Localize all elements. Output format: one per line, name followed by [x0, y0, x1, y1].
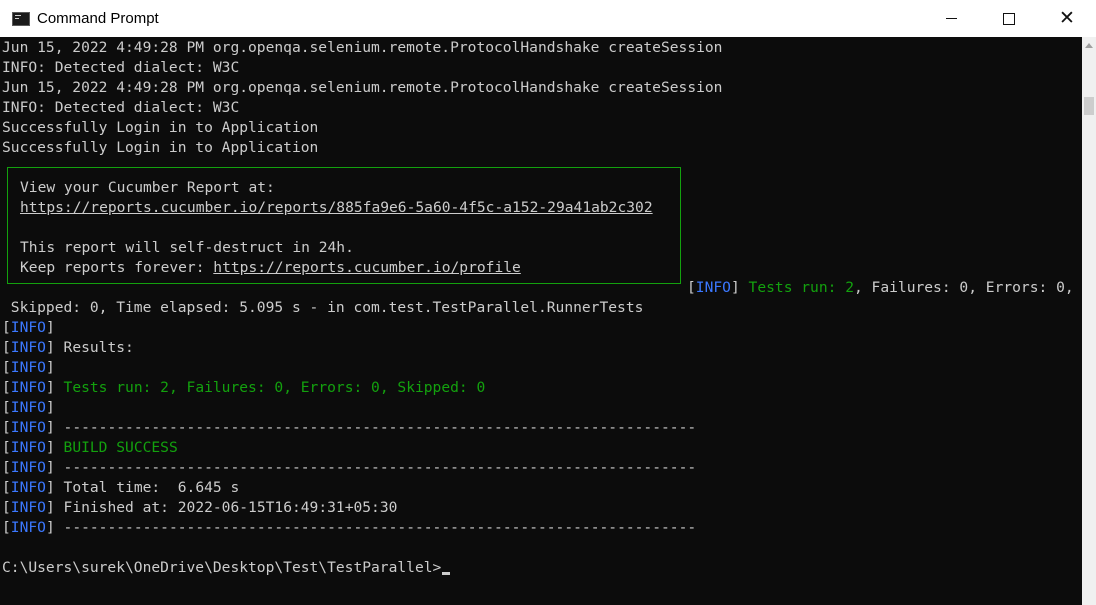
- info-tag: INFO: [10, 379, 46, 396]
- console-output[interactable]: Jun 15, 2022 4:49:28 PM org.openqa.selen…: [0, 37, 1082, 605]
- info-tag: INFO: [10, 359, 46, 376]
- command-prompt-window: Command Prompt ✕ Jun 15, 2022 4:49:28 PM…: [0, 0, 1096, 605]
- console-line: INFO: Detected dialect: W3C: [2, 99, 240, 116]
- vertical-scrollbar[interactable]: [1082, 37, 1096, 605]
- window-title: Command Prompt: [37, 10, 159, 27]
- report-self-destruct: This report will self-destruct in 24h.: [20, 239, 354, 256]
- skipped-line: Skipped: 0, Time elapsed: 5.095 s - in c…: [2, 299, 644, 316]
- separator: ----------------------------------------…: [54, 519, 697, 536]
- cucumber-report-box: View your Cucumber Report at: https://re…: [7, 167, 681, 284]
- command-prompt-icon[interactable]: [12, 11, 30, 26]
- info-tag: INFO: [10, 519, 46, 536]
- info-tag: INFO: [10, 319, 46, 336]
- info-line: [INFO] ---------------------------------…: [2, 419, 697, 436]
- info-tag: INFO: [10, 339, 46, 356]
- info-tag: INFO: [10, 459, 46, 476]
- info-tag: INFO: [10, 399, 46, 416]
- info-line: [INFO] Finished at: 2022-06-15T16:49:31+…: [2, 499, 398, 516]
- console-line: Successfully Login in to Application: [2, 139, 319, 156]
- scroll-up-arrow-icon[interactable]: [1085, 43, 1093, 48]
- close-icon: ✕: [1059, 7, 1075, 29]
- info-tag: INFO: [10, 419, 46, 436]
- report-keep-prefix: Keep reports forever:: [20, 259, 214, 276]
- report-url-link[interactable]: https://reports.cucumber.io/reports/885f…: [20, 199, 653, 216]
- info-line: [INFO] Tests run: 2, Failures: 0, Errors…: [2, 379, 486, 396]
- info-line: [INFO] BUILD SUCCESS: [2, 439, 178, 456]
- info-line: [INFO]: [2, 399, 55, 416]
- maximize-icon: [1003, 12, 1015, 25]
- info-tag: INFO: [10, 479, 46, 496]
- info-tag: INFO: [10, 499, 46, 516]
- info-line: [INFO] Total time: 6.645 s: [2, 479, 240, 496]
- report-view-text: View your Cucumber Report at:: [20, 179, 275, 196]
- tests-summary: Tests run: 2, Failures: 0, Errors: 0, Sk…: [54, 379, 486, 396]
- results-text: Results:: [54, 339, 134, 356]
- prompt-path: C:\Users\surek\OneDrive\Desktop\Test\Tes…: [2, 559, 442, 576]
- console-line: Jun 15, 2022 4:49:28 PM org.openqa.selen…: [2, 79, 723, 96]
- window-controls: ✕: [922, 0, 1096, 37]
- prompt-line[interactable]: C:\Users\surek\OneDrive\Desktop\Test\Tes…: [2, 558, 451, 578]
- info-line: [INFO] Results:: [2, 339, 134, 356]
- title-bar[interactable]: Command Prompt ✕: [0, 0, 1096, 37]
- build-success: BUILD SUCCESS: [54, 439, 178, 456]
- console-line: INFO: Detected dialect: W3C: [2, 59, 240, 76]
- info-tag: INFO: [695, 279, 731, 296]
- info-line: [INFO]: [2, 359, 55, 376]
- minimize-icon: [945, 18, 957, 19]
- total-time: Total time: 6.645 s: [54, 479, 240, 496]
- console-line: Jun 15, 2022 4:49:28 PM org.openqa.selen…: [2, 39, 723, 56]
- scroll-thumb[interactable]: [1084, 97, 1094, 115]
- finished-at: Finished at: 2022-06-15T16:49:31+05:30: [54, 499, 398, 516]
- separator: ----------------------------------------…: [54, 459, 697, 476]
- info-line: [INFO]: [2, 319, 55, 336]
- minimize-button[interactable]: [922, 0, 980, 37]
- maximize-button[interactable]: [980, 0, 1038, 37]
- profile-url-link[interactable]: https://reports.cucumber.io/profile: [213, 259, 521, 276]
- text-cursor: [442, 572, 451, 575]
- info-tag: INFO: [10, 439, 46, 456]
- tests-inline-line: [INFO] Tests run: 2, Failures: 0, Errors…: [687, 279, 1074, 296]
- close-button[interactable]: ✕: [1038, 0, 1096, 37]
- info-line: [INFO] ---------------------------------…: [2, 519, 697, 536]
- info-line: [INFO] ---------------------------------…: [2, 459, 697, 476]
- console-line: Successfully Login in to Application: [2, 119, 319, 136]
- separator: ----------------------------------------…: [54, 419, 697, 436]
- tests-inline-rest: , Failures: 0, Errors: 0,: [853, 279, 1074, 296]
- tests-run-inline: Tests run: 2: [748, 279, 854, 296]
- report-keep-line: Keep reports forever: https://reports.cu…: [20, 258, 521, 278]
- report-link-line: https://reports.cucumber.io/reports/885f…: [20, 198, 653, 218]
